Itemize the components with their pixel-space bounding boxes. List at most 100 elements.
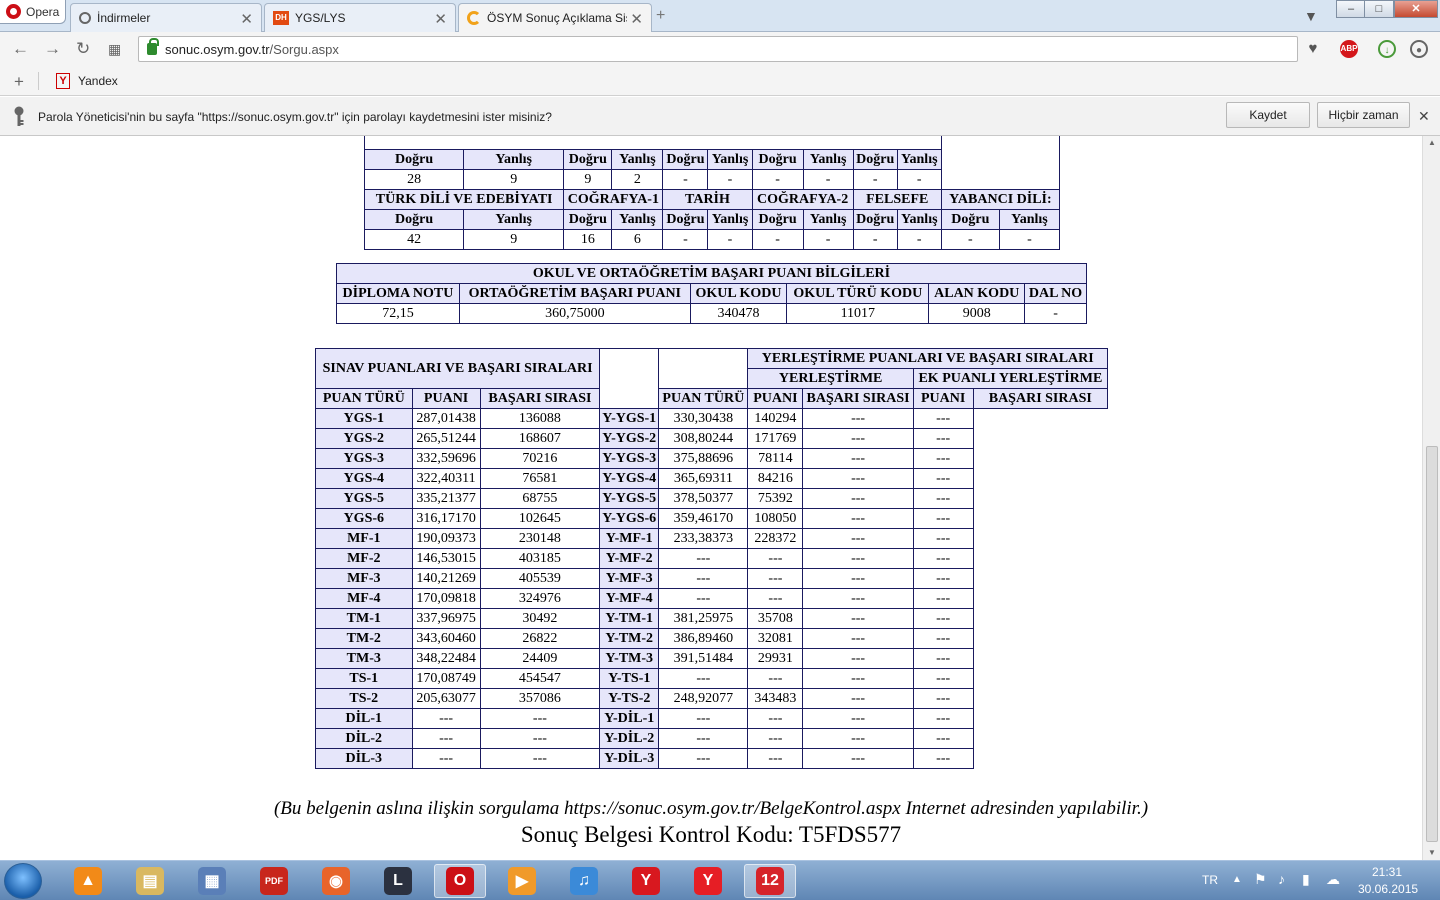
tab-bar: Opera İndirmeler ✕ DH YGS/LYS ✕ ÖSYM Son…	[0, 0, 1440, 32]
close-tab-icon[interactable]: ✕	[240, 10, 253, 28]
lys-results-table: Doğru Yanlış Doğru Yanlış Doğru Yanlış Doğru Ya…	[363, 136, 1061, 250]
network-signal-icon[interactable]: ▮	[1302, 871, 1310, 888]
media-icon[interactable]: ▶	[496, 864, 548, 898]
action-center-icon[interactable]: ⚑	[1254, 871, 1267, 888]
table-row: MF-2 146,53015 403185 Y-MF-2 --- --- --- ---	[315, 548, 1108, 569]
yandex-icon[interactable]: Y	[620, 864, 672, 898]
add-bookmark-icon[interactable]: +	[14, 72, 24, 92]
answer-count: -	[751, 229, 804, 250]
never-save-button[interactable]: Hiçbir zaman	[1317, 102, 1410, 128]
forward-icon[interactable]: →	[44, 39, 61, 59]
vertical-scrollbar[interactable]: ▲ ▼	[1422, 136, 1440, 860]
score-value-cell: 405539	[479, 568, 601, 589]
maximize-button[interactable]: □	[1364, 0, 1394, 18]
score-type-cell: TS-2	[315, 688, 413, 709]
tab-downloads[interactable]: İndirmeler ✕	[70, 3, 262, 32]
heart-icon[interactable]: ♥	[1304, 40, 1322, 58]
account-icon[interactable]: ●	[1410, 40, 1428, 58]
back-icon[interactable]: ←	[12, 39, 29, 59]
answer-count: -	[707, 169, 753, 190]
tab-osym[interactable]: ÖSYM Sonuç Açıklama Sis ✕	[458, 3, 652, 32]
url-bar[interactable]: sonuc.osym.gov.tr/Sorgu.aspx	[138, 36, 1298, 62]
close-tab-icon[interactable]: ✕	[434, 10, 447, 28]
speed-dial-icon[interactable]: ▦	[108, 41, 121, 58]
yandex-browser-icon[interactable]: Y	[682, 864, 734, 898]
table-row: YGS-1 287,01438 136088 Y-YGS-1 330,30438 1402…	[315, 408, 1108, 429]
placement-value-cell: ---	[747, 548, 804, 569]
yandex-icon-glyph: Y	[632, 867, 660, 895]
download-icon[interactable]: ↓	[1378, 40, 1396, 58]
cloud-icon[interactable]: ☁	[1326, 871, 1340, 888]
close-window-button[interactable]: ✕	[1394, 0, 1438, 18]
vlc-icon[interactable]: ▲	[62, 864, 114, 898]
minimize-button[interactable]: –	[1336, 0, 1366, 18]
firefox-icon[interactable]: ◉	[310, 864, 362, 898]
score-value-cell: 337,96975	[411, 608, 481, 629]
school-value-cell: 72,15	[336, 303, 460, 324]
itunes-icon[interactable]: ♫	[558, 864, 610, 898]
scrollbar-thumb[interactable]	[1426, 446, 1438, 842]
clock-time[interactable]: 21:31	[1372, 865, 1402, 879]
placement-value-cell: 359,46170	[658, 508, 749, 529]
answer-count: -	[751, 169, 804, 190]
placement-value-cell: ---	[802, 728, 914, 749]
placement-value-cell: 75392	[747, 488, 804, 509]
tab-ygs-lys[interactable]: DH YGS/LYS ✕	[264, 3, 456, 32]
pdf-icon[interactable]: PDF	[248, 864, 300, 898]
bookmark-yandex[interactable]: Yandex	[78, 74, 118, 88]
clock-date[interactable]: 30.06.2015	[1358, 882, 1418, 896]
answer-header: Doğru	[751, 209, 804, 230]
key-icon	[12, 106, 26, 126]
placement-value-cell: 375,88696	[658, 448, 749, 469]
placement-value-cell: 84216	[747, 468, 804, 489]
score-value-cell: 403185	[479, 548, 601, 569]
network-icon[interactable]: ▦	[186, 864, 238, 898]
adblock-icon[interactable]: ABP	[1340, 40, 1358, 58]
score-value-cell: ---	[411, 708, 481, 729]
start-button[interactable]	[4, 863, 42, 899]
placement-value-cell: ---	[747, 668, 804, 689]
opera-logo-icon	[6, 4, 21, 19]
placement-type-cell: Y-YGS-6	[599, 508, 660, 529]
close-infobar-icon[interactable]: ✕	[1418, 108, 1430, 125]
tab-menu-icon[interactable]: ▼	[1304, 8, 1318, 24]
table-row: DİL-1 --- --- Y-DİL-1 --- --- --- ---	[315, 708, 1108, 729]
placement-value-cell: 233,38373	[658, 528, 749, 549]
placement-value-cell: 29931	[747, 648, 804, 669]
league-icon[interactable]: L	[372, 864, 424, 898]
opera-icon[interactable]: O	[434, 864, 486, 898]
score-type-cell: YGS-1	[315, 408, 413, 429]
placement-value-cell: 32081	[747, 628, 804, 649]
score-value-cell: 136088	[479, 408, 601, 429]
tray-expand-icon[interactable]: ▲	[1232, 874, 1242, 885]
explorer-icon[interactable]: ▤	[124, 864, 176, 898]
exam-header-cell: PUAN TÜRÜ	[315, 388, 413, 409]
placement-type-cell: Y-YGS-1	[599, 408, 660, 429]
url-host: sonuc.osym.gov.tr	[165, 41, 270, 57]
scroll-up-icon[interactable]: ▲	[1428, 138, 1436, 147]
opera-menu-button[interactable]: Opera	[0, 0, 66, 24]
score-value-cell: 70216	[479, 448, 601, 469]
address-toolbar: ← → ↻ ▦ sonuc.osym.gov.tr/Sorgu.aspx ♥ A…	[0, 32, 1440, 66]
placement-type-cell: Y-MF-2	[599, 548, 660, 569]
score-type-cell: TM-1	[315, 608, 413, 629]
close-tab-icon[interactable]: ✕	[630, 10, 643, 28]
score-type-cell: TM-2	[315, 628, 413, 649]
table-row: YGS-5 335,21377 68755 Y-YGS-5 378,50377 75392…	[315, 488, 1108, 509]
placement-value-cell: ---	[912, 488, 974, 509]
language-indicator[interactable]: TR	[1202, 873, 1218, 887]
answer-count: 28	[363, 169, 465, 190]
save-password-button[interactable]: Kaydet	[1226, 102, 1310, 128]
placement-value-cell: ---	[802, 528, 914, 549]
scroll-down-icon[interactable]: ▼	[1428, 848, 1436, 857]
volume-icon[interactable]: ♪	[1278, 871, 1285, 887]
placement-value-cell: ---	[747, 568, 804, 589]
answer-header: Yanlış	[998, 209, 1061, 230]
reload-icon[interactable]: ↻	[76, 39, 90, 59]
score-value-cell: 322,40311	[411, 468, 481, 489]
new-tab-icon[interactable]: +	[656, 7, 665, 25]
subject-heading: TÜRK DİLİ VE EDEBİYATI	[363, 189, 565, 210]
placement-value-cell: ---	[912, 608, 974, 629]
placement-type-cell: Y-TS-2	[599, 688, 660, 709]
channel12-icon[interactable]: 12	[744, 864, 796, 898]
